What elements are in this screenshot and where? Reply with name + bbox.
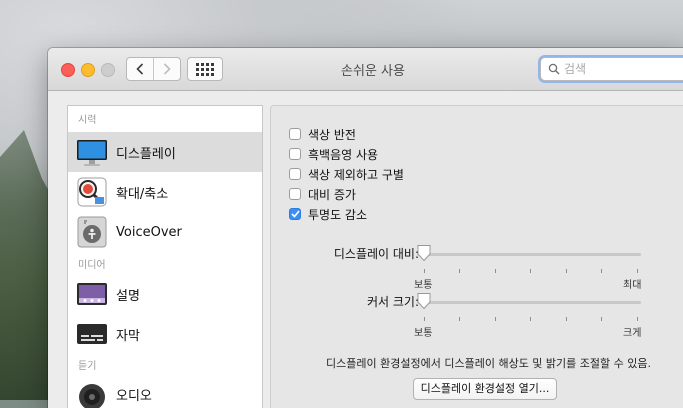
sidebar-item-display[interactable]: 디스플레이 <box>68 132 262 172</box>
invert-colors-checkbox[interactable] <box>289 128 301 140</box>
zoom-button[interactable] <box>101 63 115 77</box>
slider-tick <box>566 317 567 321</box>
slider-tick <box>637 269 638 273</box>
display-contrast-label: 디스플레이 대비: <box>333 247 419 261</box>
slider-tick <box>601 269 602 273</box>
sidebar-item-zoom[interactable]: 확대/축소 <box>68 172 262 212</box>
checkbox-label: 색상 반전 <box>308 127 356 142</box>
sidebar-item-audio[interactable]: 오디오 <box>68 374 262 408</box>
show-all-button[interactable] <box>187 57 223 81</box>
cursor-size-min-label: 보통 <box>414 328 433 339</box>
titlebar: 손쉬운 사용 <box>48 48 683 91</box>
display-contrast-track[interactable] <box>417 253 641 256</box>
checkbox-label: 색상 제외하고 구별 <box>308 167 404 182</box>
display-settings-pane: 색상 반전 흑백음영 사용 색상 제외하고 구별 대비 증가 투명도 감소 디스… <box>270 105 683 408</box>
cursor-size-track[interactable] <box>417 301 641 304</box>
slider-tick <box>459 269 460 273</box>
slider-tick <box>530 269 531 273</box>
back-button[interactable] <box>127 58 153 80</box>
nav-buttons <box>126 57 181 81</box>
slider-tick <box>459 317 460 321</box>
descriptions-icon <box>75 277 109 311</box>
differentiate-without-color-option[interactable]: 색상 제외하고 구별 <box>289 165 404 183</box>
sidebar-item-voiceover[interactable]: VoiceOver <box>68 212 262 252</box>
section-header-vision: 시력 <box>78 115 97 126</box>
window-title: 손쉬운 사용 <box>341 64 405 79</box>
reduce-transparency-checkbox[interactable] <box>289 208 301 220</box>
slider-tick <box>530 317 531 321</box>
sidebar-item-label: 자막 <box>116 328 140 344</box>
sidebar-item-label: 디스플레이 <box>116 146 176 162</box>
preferences-window: 손쉬운 사용 시력 디스플레이 <box>48 48 683 408</box>
search-field[interactable] <box>540 57 683 81</box>
zoom-icon <box>75 175 109 209</box>
reduce-transparency-option[interactable]: 투명도 감소 <box>289 205 367 223</box>
search-input[interactable] <box>564 60 674 77</box>
chevron-left-icon <box>136 63 144 75</box>
grid-icon <box>196 62 214 76</box>
sidebar-item-captions[interactable]: 자막 <box>68 314 262 354</box>
search-icon <box>548 63 560 75</box>
sidebar: 시력 디스플레이 확대/축소 VoiceOver 미디어 설명 자막 듣기 오디… <box>67 105 263 408</box>
minimize-button[interactable] <box>81 63 95 77</box>
open-display-preferences-button[interactable]: 디스플레이 환경설정 열기... <box>413 378 557 400</box>
sidebar-item-label: 오디오 <box>116 388 152 404</box>
slider-tick <box>637 317 638 321</box>
slider-tick <box>424 317 425 321</box>
captions-icon <box>75 317 109 351</box>
sidebar-item-label: VoiceOver <box>116 224 182 240</box>
display-contrast-min-label: 보통 <box>414 280 433 291</box>
section-header-hearing: 듣기 <box>78 361 97 372</box>
display-icon <box>75 135 109 169</box>
sidebar-item-descriptions[interactable]: 설명 <box>68 274 262 314</box>
audio-speaker-icon <box>75 377 109 408</box>
checkbox-label: 흑백음영 사용 <box>308 147 379 162</box>
checkbox-label: 투명도 감소 <box>308 207 368 222</box>
display-contrast-slider-thumb[interactable] <box>416 244 432 262</box>
cursor-size-label: 커서 크기: <box>366 295 419 309</box>
grayscale-option[interactable]: 흑백음영 사용 <box>289 145 378 163</box>
chevron-right-icon <box>163 63 171 75</box>
increase-contrast-option[interactable]: 대비 증가 <box>289 185 356 203</box>
checkmark-icon <box>290 210 300 218</box>
slider-tick <box>495 317 496 321</box>
sidebar-item-label: 설명 <box>116 288 140 304</box>
differentiate-without-color-checkbox[interactable] <box>289 168 301 180</box>
cursor-size-max-label: 크게 <box>623 328 642 339</box>
cursor-size-slider-thumb[interactable] <box>416 292 432 310</box>
display-contrast-max-label: 최대 <box>623 280 642 291</box>
forward-button[interactable] <box>153 58 180 80</box>
display-prefs-note: 디스플레이 환경설정에서 디스플레이 해상도 및 밝기를 조절할 수 있음. <box>326 357 651 370</box>
section-header-media: 미디어 <box>78 260 106 271</box>
checkbox-label: 대비 증가 <box>308 187 356 202</box>
slider-tick <box>495 269 496 273</box>
close-button[interactable] <box>61 63 75 77</box>
slider-tick <box>424 269 425 273</box>
grayscale-checkbox[interactable] <box>289 148 301 160</box>
slider-tick <box>601 317 602 321</box>
increase-contrast-checkbox[interactable] <box>289 188 301 200</box>
invert-colors-option[interactable]: 색상 반전 <box>289 125 356 143</box>
sidebar-item-label: 확대/축소 <box>116 186 169 202</box>
voiceover-icon <box>75 215 109 249</box>
slider-tick <box>566 269 567 273</box>
